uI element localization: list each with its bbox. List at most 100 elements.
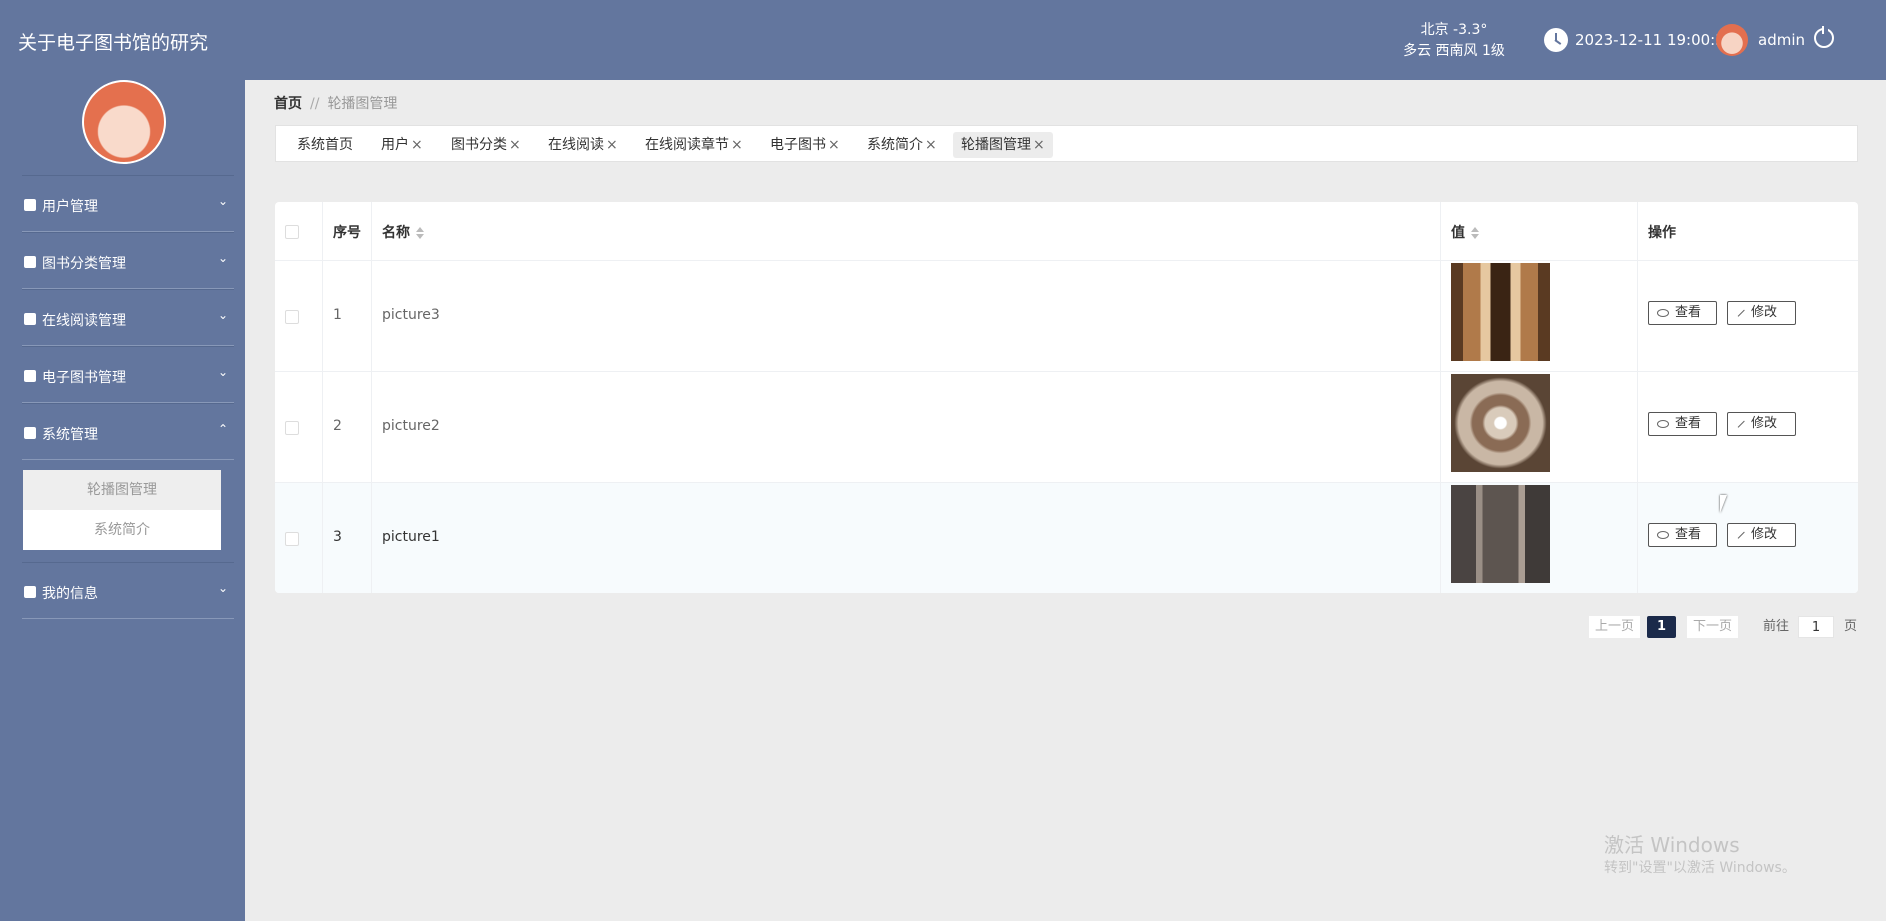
row-checkbox-cell bbox=[275, 483, 323, 593]
row-checkbox[interactable] bbox=[285, 421, 299, 435]
row-actions-cell: 查看 修改 bbox=[1638, 372, 1858, 482]
card-icon bbox=[24, 586, 36, 598]
tab-ebook[interactable]: 电子图书 × bbox=[762, 132, 848, 158]
tab-reading-chapter[interactable]: 在线阅读章节 × bbox=[637, 132, 751, 158]
row-value-cell bbox=[1441, 483, 1638, 593]
submenu-item-intro[interactable]: 系统简介 bbox=[23, 510, 221, 550]
chevron-down-icon: ⌄ bbox=[217, 194, 228, 208]
row-value-cell bbox=[1441, 261, 1638, 371]
carousel-thumbnail[interactable] bbox=[1451, 374, 1550, 472]
button-label: 修改 bbox=[1751, 416, 1778, 431]
prev-page-button[interactable]: 上一页 bbox=[1589, 616, 1641, 638]
tab-online-reading[interactable]: 在线阅读 × bbox=[540, 132, 626, 158]
carousel-thumbnail[interactable] bbox=[1451, 263, 1550, 361]
eye-icon bbox=[1657, 419, 1669, 428]
row-checkbox[interactable] bbox=[285, 310, 299, 324]
sidebar-item-label: 图书分类管理 bbox=[42, 256, 126, 272]
column-header-actions: 操作 bbox=[1648, 225, 1676, 241]
row-name: picture3 bbox=[382, 307, 440, 323]
pencil-icon bbox=[1736, 530, 1745, 539]
carousel-thumbnail[interactable] bbox=[1451, 485, 1550, 583]
avatar[interactable] bbox=[1716, 24, 1748, 56]
sidebar-item-user-management[interactable]: 用户管理 ⌄ bbox=[22, 175, 234, 232]
header-actions-cell: 操作 bbox=[1638, 202, 1858, 260]
tab-home[interactable]: 系统首页 bbox=[289, 132, 361, 158]
sort-icon[interactable] bbox=[416, 227, 424, 239]
close-icon[interactable]: × bbox=[606, 137, 618, 153]
row-name-cell: picture2 bbox=[372, 372, 1441, 482]
goto-page-input[interactable]: 1 bbox=[1798, 616, 1834, 638]
row-checkbox-cell bbox=[275, 372, 323, 482]
tab-label: 电子图书 bbox=[770, 137, 826, 153]
breadcrumb: 首页 // 轮播图管理 bbox=[274, 93, 397, 113]
close-icon[interactable]: × bbox=[411, 137, 423, 153]
close-icon[interactable]: × bbox=[925, 137, 937, 153]
select-all-checkbox[interactable] bbox=[285, 225, 299, 239]
pencil-icon bbox=[1736, 419, 1745, 428]
user-icon bbox=[24, 199, 36, 211]
pencil-icon bbox=[1736, 308, 1745, 317]
breadcrumb-home[interactable]: 首页 bbox=[274, 96, 302, 112]
system-submenu: 轮播图管理 系统简介 bbox=[23, 470, 221, 550]
tab-system-intro[interactable]: 系统简介 × bbox=[859, 132, 945, 158]
table-row: 1 picture3 查看 修改 bbox=[275, 261, 1858, 372]
tab-user[interactable]: 用户 × bbox=[373, 132, 431, 158]
sort-icon[interactable] bbox=[1471, 227, 1479, 239]
chevron-down-icon: ⌄ bbox=[217, 581, 228, 595]
sidebar-item-label: 系统管理 bbox=[42, 427, 98, 443]
table-row: 2 picture2 查看 修改 bbox=[275, 372, 1858, 483]
sidebar-item-my-info[interactable]: 我的信息 ⌄ bbox=[22, 562, 234, 619]
table-row: 3 picture1 查看 修改 bbox=[275, 483, 1858, 593]
clipboard-icon bbox=[24, 370, 36, 382]
row-checkbox-cell bbox=[275, 261, 323, 371]
view-button[interactable]: 查看 bbox=[1648, 301, 1717, 325]
row-index: 2 bbox=[333, 418, 342, 434]
monitor-icon bbox=[24, 427, 36, 439]
view-button[interactable]: 查看 bbox=[1648, 523, 1717, 547]
sidebar-item-system[interactable]: 系统管理 ⌃ bbox=[22, 403, 234, 460]
send-icon bbox=[24, 313, 36, 325]
briefcase-icon bbox=[24, 256, 36, 268]
header-value-cell: 值 bbox=[1441, 202, 1638, 260]
sidebar-menu: 用户管理 ⌄ 图书分类管理 ⌄ 在线阅读管理 ⌄ 电子图书管理 ⌄ 系统管理 ⌃… bbox=[22, 175, 234, 619]
page-unit-label: 页 bbox=[1844, 619, 1858, 634]
row-actions-cell: 查看 修改 bbox=[1638, 483, 1858, 593]
carousel-table: 序号 名称 值 操作 1 picture3 查看 修改 2 picture2 查… bbox=[275, 202, 1858, 593]
column-header-value[interactable]: 值 bbox=[1451, 222, 1479, 242]
row-checkbox[interactable] bbox=[285, 532, 299, 546]
submenu-item-carousel[interactable]: 轮播图管理 bbox=[23, 470, 221, 510]
view-button[interactable]: 查看 bbox=[1648, 412, 1717, 436]
tab-label: 轮播图管理 bbox=[961, 137, 1031, 153]
sidebar-item-ebook[interactable]: 电子图书管理 ⌄ bbox=[22, 346, 234, 403]
header-index-cell: 序号 bbox=[323, 202, 372, 260]
tab-carousel[interactable]: 轮播图管理 × bbox=[953, 132, 1053, 158]
sidebar-item-book-category[interactable]: 图书分类管理 ⌄ bbox=[22, 232, 234, 289]
close-icon[interactable]: × bbox=[828, 137, 840, 153]
table-header-row: 序号 名称 值 操作 bbox=[275, 202, 1858, 261]
column-header-label: 名称 bbox=[382, 225, 410, 241]
edit-button[interactable]: 修改 bbox=[1727, 412, 1796, 436]
username[interactable]: admin bbox=[1758, 31, 1805, 49]
tab-book-category[interactable]: 图书分类 × bbox=[443, 132, 529, 158]
edit-button[interactable]: 修改 bbox=[1727, 523, 1796, 547]
close-icon[interactable]: × bbox=[1033, 137, 1045, 153]
page-number-active[interactable]: 1 bbox=[1647, 616, 1676, 638]
close-icon[interactable]: × bbox=[509, 137, 521, 153]
sidebar-item-label: 用户管理 bbox=[42, 199, 98, 215]
sidebar-item-label: 在线阅读管理 bbox=[42, 313, 126, 329]
button-label: 查看 bbox=[1675, 416, 1702, 431]
chevron-down-icon: ⌄ bbox=[217, 251, 228, 265]
logout-icon[interactable] bbox=[1814, 26, 1834, 48]
row-index-cell: 1 bbox=[323, 261, 372, 371]
next-page-button[interactable]: 下一页 bbox=[1687, 616, 1739, 638]
edit-button[interactable]: 修改 bbox=[1727, 301, 1796, 325]
sidebar-item-online-reading[interactable]: 在线阅读管理 ⌄ bbox=[22, 289, 234, 346]
tab-label: 系统首页 bbox=[297, 137, 353, 153]
weather-city: 北京 -3.3° bbox=[1420, 22, 1488, 38]
row-name: picture1 bbox=[382, 529, 440, 545]
chevron-down-icon: ⌄ bbox=[217, 365, 228, 379]
close-icon[interactable]: × bbox=[731, 137, 743, 153]
column-header-name[interactable]: 名称 bbox=[382, 222, 424, 242]
button-label: 查看 bbox=[1675, 305, 1702, 320]
row-name: picture2 bbox=[382, 418, 440, 434]
